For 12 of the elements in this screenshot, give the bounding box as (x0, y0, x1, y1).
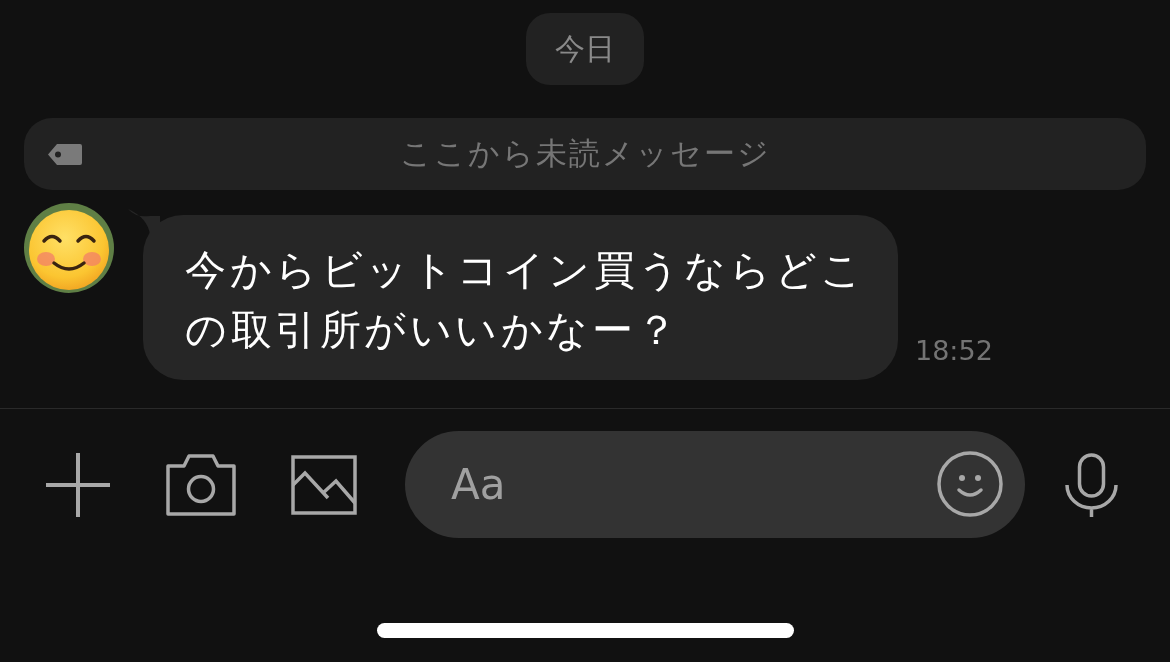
tag-icon (48, 143, 82, 165)
add-icon[interactable] (46, 452, 110, 517)
date-label: 今日 (526, 13, 644, 85)
message-bubble: 今からビットコイン買うならどこの取引所がいいかなー？ (143, 215, 898, 380)
microphone-icon[interactable] (1065, 452, 1118, 517)
unread-messages-label: ここから未読メッセージ (399, 134, 771, 173)
message-time: 18:52 (915, 335, 993, 366)
message-input-field[interactable]: Aa (405, 431, 1025, 538)
smiley-avatar-icon (24, 203, 114, 293)
camera-icon[interactable] (166, 453, 236, 516)
image-icon[interactable] (291, 454, 357, 515)
emoji-icon[interactable] (937, 451, 1003, 517)
